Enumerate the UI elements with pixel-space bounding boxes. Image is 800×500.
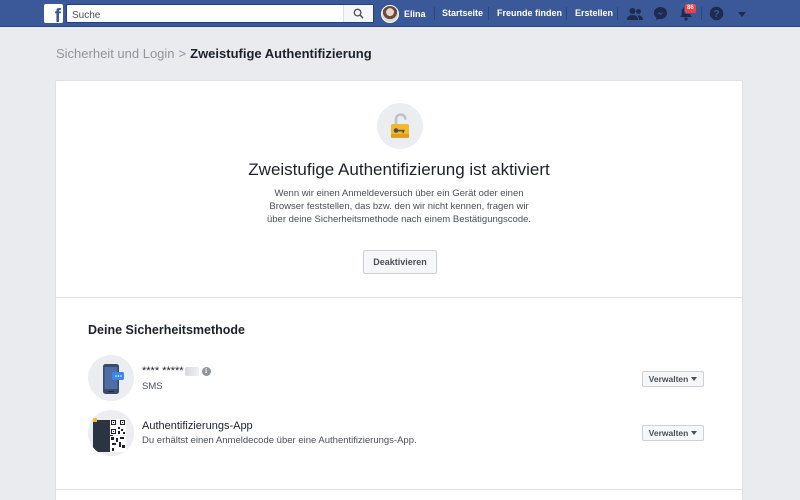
search-button[interactable] [343,5,373,22]
qr-code-phone-icon [88,410,134,456]
facebook-logo-letter: f [54,6,61,23]
nav-divider [434,7,435,20]
info-icon[interactable]: i [201,366,211,376]
masked-phone-number: **** ***** [142,365,184,377]
messenger-icon[interactable] [652,5,669,22]
nav-find-friends-link[interactable]: Freunde finden [497,8,562,18]
security-method-authenticator-app: Authentifizierungs-App Du erhältst einen… [88,410,708,456]
sms-phone-number: **** ***** i [142,365,211,377]
nav-create-link[interactable]: Erstellen [575,8,613,18]
breadcrumb: Sicherheit und Login > Zweistufige Authent… [56,46,372,61]
manage-button-label: Verwalten [648,428,689,438]
svg-text:?: ? [713,9,719,20]
search-box [66,4,374,24]
authenticator-app-description: Du erhältst einen Anmeldecode über eine … [142,435,417,446]
facebook-logo[interactable]: f [44,4,63,23]
profile-link[interactable]: Elina [381,4,426,23]
status-section: Zweistufige Authentifizierung ist aktivi… [56,81,742,298]
manage-sms-button[interactable]: Verwalten [642,371,704,387]
avatar [381,4,399,23]
help-icon[interactable]: ? [708,5,725,22]
phone-sms-icon [88,355,134,401]
security-methods-heading: Deine Sicherheitsmethode [88,323,245,337]
sms-method-label: SMS [142,381,163,392]
user-name: Elina [404,8,426,19]
nav-divider [566,7,567,20]
nav-home-link[interactable]: Startseite [442,8,483,18]
nav-divider [617,7,618,20]
nav-divider [701,7,702,20]
search-input[interactable] [67,7,337,24]
friend-requests-icon[interactable] [626,5,643,22]
status-title: Zweistufige Authentifizierung ist aktivi… [248,160,550,179]
two-factor-card: Zweistufige Authentifizierung ist aktivi… [55,80,743,500]
account-menu-icon[interactable] [733,5,750,22]
manage-button-label: Verwalten [648,374,689,384]
breadcrumb-separator: > [178,46,187,61]
authenticator-app-title: Authentifizierungs-App [142,420,253,432]
page-title: Zweistufige Authentifizierung [190,46,372,61]
chevron-down-icon [691,377,698,381]
notification-count-badge: 86 [684,3,697,14]
status-description: Wenn wir einen Anmeldeversuch über ein G… [266,188,532,225]
search-icon [353,8,364,19]
chevron-down-icon [691,431,698,435]
hidden-digits [184,366,199,376]
top-navigation-bar: f Elina Startseite Freunde finden Erstel… [0,0,800,27]
breadcrumb-parent-link[interactable]: Sicherheit und Login [56,46,175,61]
nav-divider [488,7,489,20]
manage-authenticator-button[interactable]: Verwalten [642,425,704,441]
section-divider [56,489,742,490]
lock-key-icon [377,103,423,149]
deactivate-button[interactable]: Deaktivieren [363,250,437,274]
security-method-sms: **** ***** i SMS Verwalten [88,355,708,401]
